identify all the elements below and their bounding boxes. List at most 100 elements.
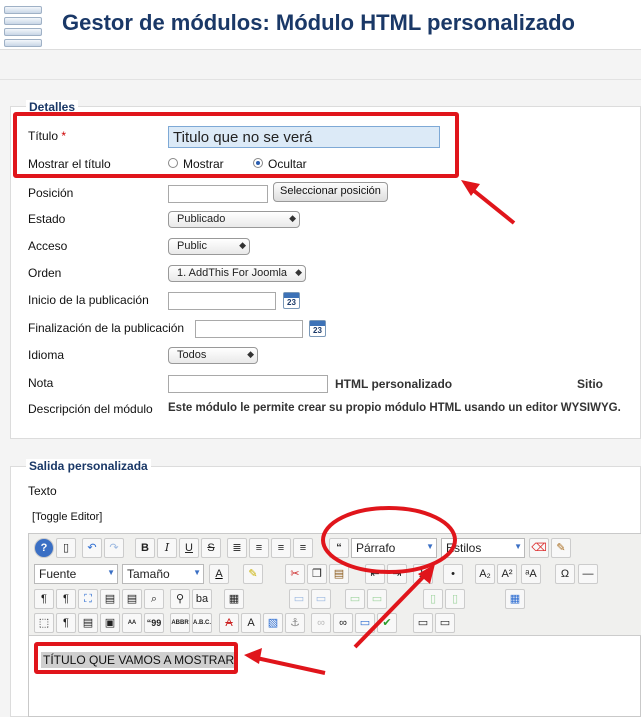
copy-icon[interactable]: ❐ xyxy=(307,564,327,584)
paste-text-icon[interactable]: ▤ xyxy=(100,589,120,609)
table-row-before-icon[interactable]: ▭ xyxy=(289,589,309,609)
find-icon[interactable]: ⌕ xyxy=(144,589,164,609)
calendar-icon[interactable]: 23 xyxy=(283,292,300,309)
eraser-icon[interactable]: ⌫ xyxy=(529,538,549,558)
outdent-icon[interactable]: ⇤ xyxy=(365,564,385,584)
bold-icon[interactable]: B xyxy=(135,538,155,558)
abbreviation-icon[interactable]: ABBR xyxy=(170,613,190,633)
blockquote-icon[interactable]: “ xyxy=(329,538,349,558)
toolbar-band xyxy=(0,50,641,80)
page-break-icon[interactable]: ▭ xyxy=(435,613,455,633)
access-label: Acceso xyxy=(28,239,68,253)
find-replace-icon[interactable]: ⚲ xyxy=(170,589,190,609)
paste-icon[interactable]: ▤ xyxy=(329,564,349,584)
publish-start-label: Inicio de la publicación xyxy=(28,293,149,307)
position-label: Posición xyxy=(28,186,74,200)
remove-format-icon[interactable]: A xyxy=(219,613,239,633)
insert-table-icon[interactable]: ▦ xyxy=(224,589,244,609)
cut-icon[interactable]: ✂ xyxy=(285,564,305,584)
fullscreen-icon[interactable]: ⛶ xyxy=(78,589,98,609)
ltr-icon[interactable]: ¶ xyxy=(34,589,54,609)
table-row-after-icon[interactable]: ▭ xyxy=(311,589,331,609)
help-icon[interactable]: ? xyxy=(34,538,54,558)
select-position-button[interactable]: Seleccionar posición xyxy=(273,182,388,202)
media-icon[interactable]: ▭ xyxy=(355,613,375,633)
underline-icon[interactable]: U xyxy=(179,538,199,558)
table-col-before-icon[interactable]: ▭ xyxy=(367,589,387,609)
publish-start-input[interactable] xyxy=(168,292,276,310)
highlight-color-icon[interactable]: ✎ xyxy=(243,564,263,584)
paste-word-icon[interactable]: ▤ xyxy=(122,589,142,609)
note-label: Nota xyxy=(28,376,54,390)
custom-output-legend: Salida personalizada xyxy=(26,459,151,473)
special-char-icon[interactable]: Ω xyxy=(555,564,575,584)
subscript-icon[interactable]: A₂ xyxy=(475,564,495,584)
toggle-editor-link[interactable]: [Toggle Editor] xyxy=(32,511,102,523)
unordered-list-icon[interactable]: • xyxy=(443,564,463,584)
order-select[interactable]: 1. AddThis For Joomla ◆ xyxy=(168,265,306,282)
note-input[interactable] xyxy=(168,375,328,393)
text-label: Texto xyxy=(28,484,57,498)
text-color-icon[interactable]: A xyxy=(209,564,229,584)
page-header: Gestor de módulos: Módulo HTML personali… xyxy=(0,0,641,50)
align-right-icon[interactable]: ≡ xyxy=(293,538,313,558)
image-icon[interactable]: ▧ xyxy=(263,613,283,633)
table-delete-col-icon[interactable]: ▯ xyxy=(445,589,465,609)
template-icon[interactable]: ▤ xyxy=(78,613,98,633)
spellcheck-icon[interactable]: ba xyxy=(192,589,212,609)
module-type-text: HTML personalizado xyxy=(335,377,453,391)
font-size-select[interactable]: Tamaño ▼ xyxy=(122,564,204,584)
editor-toolbar: ? ▯ ↶ ↷ B I U S ≣ ≡ ≡ ≡ “ Párrafo ▼ Estil… xyxy=(29,534,641,636)
calendar-icon[interactable]: 23 xyxy=(309,320,326,337)
font-family-select[interactable]: Fuente ▼ xyxy=(34,564,118,584)
unlink-icon[interactable]: ∞ xyxy=(311,613,331,633)
new-document-icon[interactable]: ▯ xyxy=(56,538,76,558)
spellchecker-icon[interactable]: ✔ xyxy=(377,613,397,633)
redo-icon[interactable]: ↷ xyxy=(104,538,124,558)
undo-icon[interactable]: ↶ xyxy=(82,538,102,558)
horizontal-line-icon[interactable]: ▭ xyxy=(413,613,433,633)
visual-aid-icon[interactable]: ⬚ xyxy=(34,613,54,633)
citation-icon[interactable]: “99 xyxy=(144,613,164,633)
acronym-icon[interactable]: ᴬᴬ xyxy=(122,613,142,633)
attributes-icon[interactable]: A xyxy=(241,613,261,633)
layer-icon[interactable]: ▣ xyxy=(100,613,120,633)
horizontal-rule-icon[interactable]: — xyxy=(578,564,598,584)
align-center-icon[interactable]: ≡ xyxy=(249,538,269,558)
access-select[interactable]: Public ◆ xyxy=(168,238,250,255)
site-text: Sitio xyxy=(577,377,603,391)
styles-select[interactable]: Estilos ▼ xyxy=(441,538,525,558)
wysiwyg-editor[interactable]: ? ▯ ↶ ↷ B I U S ≣ ≡ ≡ ≡ “ Párrafo ▼ Estil… xyxy=(28,533,641,717)
link-icon[interactable]: ∞ xyxy=(333,613,353,633)
table-delete-row-icon[interactable]: ▭ xyxy=(345,589,365,609)
strikethrough-icon[interactable]: S xyxy=(201,538,221,558)
cleanup-broom-icon[interactable]: ✎ xyxy=(551,538,571,558)
table-col-after-icon[interactable]: ▯ xyxy=(423,589,443,609)
order-label: Orden xyxy=(28,266,62,280)
format-select[interactable]: Párrafo ▼ xyxy=(351,538,437,558)
superscript-icon[interactable]: A² xyxy=(497,564,517,584)
module-description-label: Descripción del módulo xyxy=(28,402,153,416)
language-label: Idioma xyxy=(28,348,65,362)
publish-end-input[interactable] xyxy=(195,320,303,338)
annotation-content-box xyxy=(34,642,238,674)
position-input[interactable] xyxy=(168,185,268,203)
ordered-list-icon[interactable]: ⒈ xyxy=(413,564,433,584)
indent-icon[interactable]: ⇥ xyxy=(387,564,407,584)
publish-end-label: Finalización de la publicación xyxy=(28,321,185,335)
language-select[interactable]: Todos ◆ xyxy=(168,347,258,364)
italic-icon[interactable]: I xyxy=(157,538,177,558)
align-left-icon[interactable]: ≡ xyxy=(271,538,291,558)
anchor-icon[interactable]: ⚓ xyxy=(285,613,305,633)
status-label: Estado xyxy=(28,212,66,226)
module-description-text: Este módulo le permite crear su propio m… xyxy=(168,402,621,414)
table-props-icon[interactable]: ▦ xyxy=(505,589,525,609)
align-justify-icon[interactable]: ≣ xyxy=(227,538,247,558)
abbr-abc-icon[interactable]: A.B.C. xyxy=(192,613,212,633)
module-manager-icon xyxy=(4,3,42,47)
rtl-icon[interactable]: ¶ xyxy=(56,589,76,609)
status-select[interactable]: Publicado ◆ xyxy=(168,211,300,228)
change-case-icon[interactable]: ᵃA xyxy=(521,564,541,584)
annotation-title-box xyxy=(13,112,459,178)
show-blocks-icon[interactable]: ¶ xyxy=(56,613,76,633)
